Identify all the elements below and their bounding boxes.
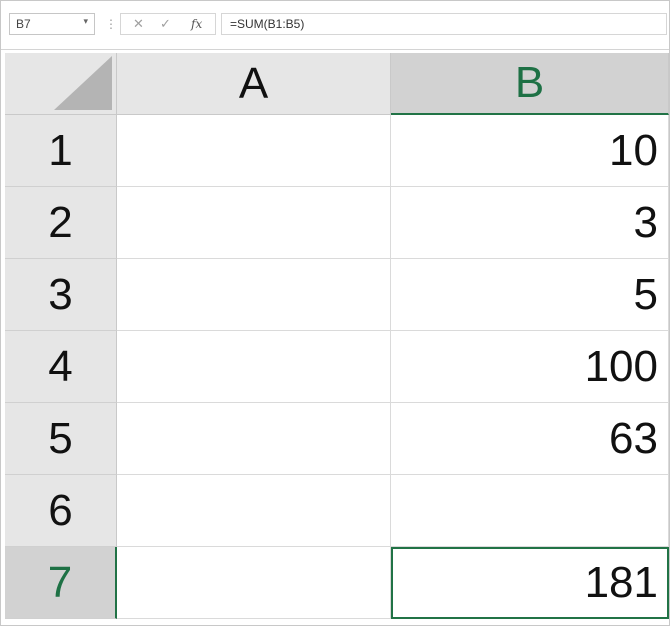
cell-b7[interactable]: 181 [391, 547, 669, 619]
cell-b4[interactable]: 100 [391, 331, 669, 403]
cell-a7[interactable] [117, 547, 391, 619]
formula-bar: B7 ▾ ⋮ ✕ ✓ fx =SUM(B1:B5) [1, 1, 669, 50]
cancel-icon[interactable]: ✕ [133, 16, 144, 32]
cell-b3[interactable]: 5 [391, 259, 669, 331]
cell-a1[interactable] [117, 115, 391, 187]
select-all-button[interactable] [5, 53, 117, 115]
check-icon[interactable]: ✓ [160, 16, 171, 32]
column-header-b[interactable]: B [391, 53, 669, 115]
cell-a4[interactable] [117, 331, 391, 403]
cell-b1[interactable]: 10 [391, 115, 669, 187]
row-header-4[interactable]: 4 [5, 331, 117, 403]
name-box[interactable]: B7 ▾ [9, 13, 95, 35]
insert-function-icon[interactable]: fx [191, 17, 202, 31]
select-all-triangle-icon [54, 56, 112, 110]
cell-a3[interactable] [117, 259, 391, 331]
row-header-6[interactable]: 6 [5, 475, 117, 547]
worksheet-grid: A B 1 10 2 3 3 5 4 100 5 63 6 7 181 [5, 53, 669, 623]
spreadsheet-window: B7 ▾ ⋮ ✕ ✓ fx =SUM(B1:B5) A B 1 10 2 3 3 5 4 10… [0, 0, 670, 626]
cell-b6[interactable] [391, 475, 669, 547]
row-header-2[interactable]: 2 [5, 187, 117, 259]
cell-b2[interactable]: 3 [391, 187, 669, 259]
row-header-3[interactable]: 3 [5, 259, 117, 331]
formula-text: =SUM(B1:B5) [230, 17, 305, 31]
separator-icon: ⋮ [105, 17, 117, 31]
cell-a6[interactable] [117, 475, 391, 547]
column-header-a[interactable]: A [117, 53, 391, 115]
cell-a2[interactable] [117, 187, 391, 259]
cell-b5[interactable]: 63 [391, 403, 669, 475]
row-header-5[interactable]: 5 [5, 403, 117, 475]
name-box-value: B7 [16, 17, 31, 31]
row-header-7[interactable]: 7 [5, 547, 117, 619]
formula-input[interactable]: =SUM(B1:B5) [221, 13, 667, 35]
cell-a5[interactable] [117, 403, 391, 475]
row-header-1[interactable]: 1 [5, 115, 117, 187]
chevron-down-icon[interactable]: ▾ [83, 16, 88, 27]
formula-buttons: ✕ ✓ fx [120, 13, 216, 35]
